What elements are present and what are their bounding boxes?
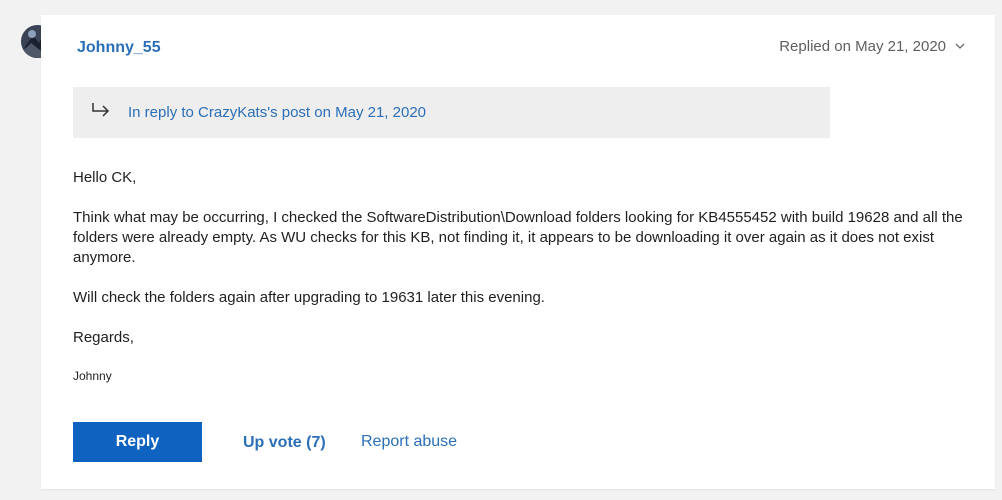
reply-button[interactable]: Reply — [73, 422, 202, 462]
closing-text: Regards, — [73, 329, 134, 346]
replied-date-dropdown[interactable]: Replied on May 21, 2020 — [779, 38, 965, 55]
upvote-link[interactable]: Up vote (7) — [243, 434, 326, 452]
body-paragraph-1: Think what may be occurring, I checked t… — [73, 209, 963, 266]
author-name-link[interactable]: Johnny_55 — [77, 39, 161, 57]
in-reply-to-link[interactable]: In reply to CrazyKats's post on May 21, … — [128, 104, 426, 121]
in-reply-to-box: In reply to CrazyKats's post on May 21, … — [73, 87, 830, 138]
post-body: Hello CK, Think what may be occurring, I… — [73, 168, 973, 406]
chevron-down-icon — [955, 41, 965, 53]
replied-date-label: Replied on May 21, 2020 — [779, 38, 946, 55]
report-abuse-link[interactable]: Report abuse — [361, 433, 457, 451]
reply-arrow-icon — [91, 102, 115, 123]
greeting-text: Hello CK, — [73, 169, 137, 186]
signature-text: Johnny — [73, 369, 112, 383]
body-paragraph-2: Will check the folders again after upgra… — [73, 289, 545, 306]
